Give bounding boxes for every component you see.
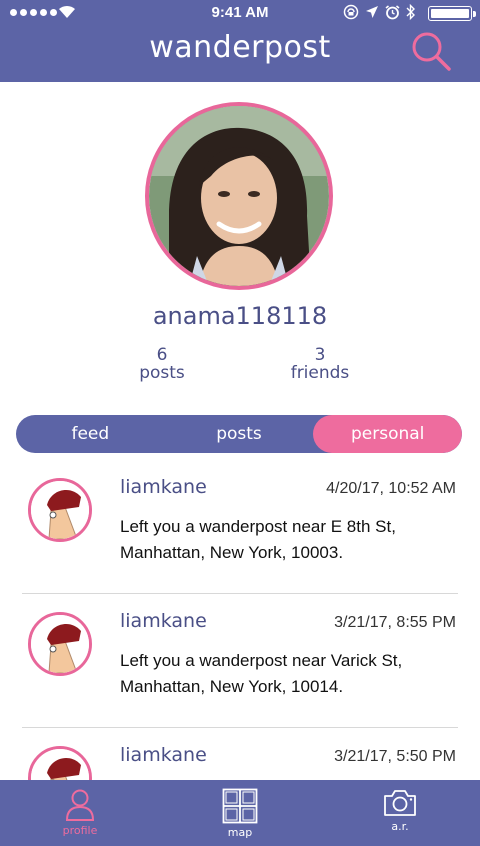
bottom-tab-bar: profile map a.r. bbox=[0, 780, 480, 846]
segment-feed[interactable]: feed bbox=[16, 415, 165, 453]
tab-ar-label: a.r. bbox=[391, 820, 409, 833]
sender-avatar-image bbox=[31, 481, 89, 539]
feed-item[interactable]: liamkane 3/21/17, 5:50 PM bbox=[0, 728, 480, 780]
status-icons bbox=[343, 4, 416, 20]
sender-avatar[interactable] bbox=[28, 612, 92, 676]
segment-personal[interactable]: personal bbox=[313, 415, 462, 453]
location-arrow-icon bbox=[366, 6, 378, 18]
post-message: Left you a wanderpost near E 8th St, Man… bbox=[120, 517, 396, 562]
nav-header: 9:41 AM wanderpost bbox=[0, 0, 480, 82]
segment-posts[interactable]: posts bbox=[165, 415, 314, 453]
post-message: Left you a wanderpost near Varick St, Ma… bbox=[120, 651, 403, 696]
app-screen: 9:41 AM wanderpost anama118118 6 posts 3… bbox=[0, 0, 480, 846]
post-timestamp: 3/21/17, 8:55 PM bbox=[334, 614, 456, 631]
sender-username: liamkane bbox=[120, 476, 207, 498]
posts-count: 6 bbox=[156, 345, 168, 365]
feed-segmented-control: feed posts personal bbox=[16, 415, 462, 453]
friends-label: friends bbox=[290, 363, 350, 383]
tab-profile-label: profile bbox=[62, 824, 98, 837]
profile-avatar[interactable] bbox=[145, 102, 333, 290]
profile-username: anama118118 bbox=[152, 302, 328, 330]
tab-map-label: map bbox=[227, 826, 253, 839]
tab-ar[interactable]: a.r. bbox=[320, 780, 480, 846]
sender-avatar-image bbox=[31, 749, 89, 780]
post-timestamp: 3/21/17, 5:50 PM bbox=[334, 748, 456, 765]
app-title: wanderpost bbox=[149, 30, 331, 65]
notification-feed: liamkane 4/20/17, 10:52 AM Left you a wa… bbox=[0, 460, 480, 780]
sender-avatar-image bbox=[31, 615, 89, 673]
location-lock-icon bbox=[343, 4, 359, 20]
sender-username: liamkane bbox=[120, 610, 207, 632]
battery-level bbox=[431, 9, 469, 18]
feed-item[interactable]: liamkane 3/21/17, 8:55 PM Left you a wan… bbox=[0, 594, 480, 728]
post-timestamp: 4/20/17, 10:52 AM bbox=[326, 480, 456, 497]
sender-avatar[interactable] bbox=[28, 746, 92, 780]
friends-count: 3 bbox=[314, 345, 326, 365]
posts-label: posts bbox=[139, 363, 185, 383]
sender-username: liamkane bbox=[120, 744, 207, 766]
posts-stat[interactable]: 6 posts bbox=[102, 346, 222, 382]
camera-icon bbox=[384, 790, 416, 816]
alarm-icon bbox=[385, 4, 400, 19]
tab-profile[interactable]: profile bbox=[0, 780, 160, 846]
map-icon bbox=[222, 788, 258, 824]
search-icon[interactable] bbox=[410, 30, 452, 72]
profile-photo bbox=[149, 106, 329, 286]
bluetooth-icon bbox=[406, 4, 415, 20]
feed-item[interactable]: liamkane 4/20/17, 10:52 AM Left you a wa… bbox=[0, 460, 480, 594]
status-bar: 9:41 AM bbox=[0, 0, 480, 26]
person-icon bbox=[65, 789, 95, 821]
tab-map[interactable]: map bbox=[160, 780, 320, 846]
sender-avatar[interactable] bbox=[28, 478, 92, 542]
battery-icon bbox=[428, 6, 476, 21]
friends-stat[interactable]: 3 friends bbox=[260, 346, 380, 382]
